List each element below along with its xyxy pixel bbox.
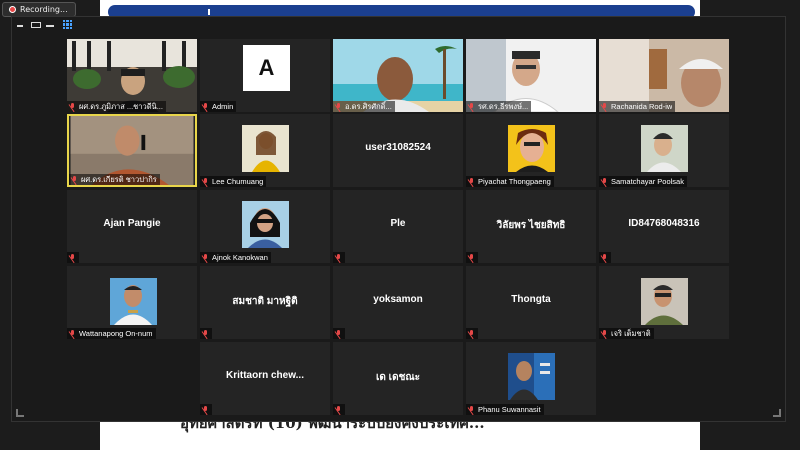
participant-display-name: yoksamon (373, 294, 423, 305)
participant-display-name: ID84768048316 (628, 218, 700, 229)
participant-name: Samatchayar Poolsak (611, 177, 684, 186)
participant-tile[interactable]: Lee Chumuang (200, 114, 330, 187)
participant-tile[interactable]: yoksamon (333, 266, 463, 339)
participant-tile[interactable]: Piyachat Thongpaeng (466, 114, 596, 187)
profile-photo (508, 353, 555, 400)
participant-name: อ.ดร.ศิรศักดิ์... (345, 101, 392, 111)
participant-name: Admin (212, 102, 234, 111)
mic-muted-icon (202, 177, 209, 186)
mic-muted-icon (69, 253, 76, 262)
recording-label: Recording... (20, 5, 68, 14)
mic-muted-icon (601, 253, 608, 262)
participant-name: Phanu Suwannasit (478, 405, 541, 414)
participant-name: เจริ เต็มชาติ (611, 328, 651, 338)
participant-tile[interactable]: Ajan Pangie (67, 190, 197, 263)
mic-muted-icon (335, 329, 342, 338)
mic-muted-icon (468, 177, 475, 186)
participant-tile[interactable]: Phanu Suwannasit (466, 342, 596, 415)
mic-muted-icon (202, 102, 209, 111)
mic-muted-icon (71, 175, 78, 184)
mic-muted-icon (335, 253, 342, 262)
profile-photo (242, 125, 289, 172)
participant-display-name: วิลัยพร ไชยสิทธิ (496, 220, 566, 231)
participant-tile[interactable]: user31082524 (333, 114, 463, 187)
mic-muted-icon (335, 405, 342, 414)
profile-photo (508, 125, 555, 172)
restore-icon[interactable] (31, 22, 41, 28)
recording-indicator[interactable]: Recording... (2, 2, 76, 17)
mic-muted-icon (202, 253, 209, 262)
participant-display-name: สมชาติ มาหฐิติ (232, 296, 298, 307)
resize-handle-right[interactable] (773, 409, 781, 417)
mic-muted-icon (601, 102, 608, 111)
participant-tile[interactable]: วิลัยพร ไชยสิทธิ (466, 190, 596, 263)
mic-muted-icon (468, 405, 475, 414)
participant-tile[interactable]: ID84768048316 (599, 190, 729, 263)
mic-muted-icon (69, 329, 76, 338)
participant-display-name: Ajan Pangie (103, 218, 161, 229)
participant-name: Piyachat Thongpaeng (478, 177, 551, 186)
profile-photo (110, 278, 157, 325)
participant-display-name: Krittaorn chew... (226, 370, 304, 381)
mic-muted-icon (69, 102, 76, 111)
participant-display-name: เด เดชณะ (375, 372, 421, 383)
gallery-view-icon[interactable] (63, 20, 72, 29)
profile-photo (641, 125, 688, 172)
profile-photo (641, 278, 688, 325)
participant-tile[interactable]: เด เดชณะ (333, 342, 463, 415)
participant-tile[interactable]: Krittaorn chew... (200, 342, 330, 415)
collapse-icon[interactable] (46, 22, 54, 27)
participant-name: Rachanida Rod-iw (611, 102, 673, 111)
participant-name: Wattanapong On-num (79, 329, 153, 338)
mic-muted-icon (601, 329, 608, 338)
participant-tile[interactable]: สมชาติ มาหฐิติ (200, 266, 330, 339)
minimize-icon[interactable] (17, 22, 23, 27)
meeting-window: ผศ.ดร.ภูมิภาส ...ชาวดีนิ... A Admin อ.ดร… (11, 16, 786, 422)
participant-tile[interactable]: Ple (333, 190, 463, 263)
mic-muted-icon (202, 329, 209, 338)
avatar: A (243, 45, 290, 91)
participant-name: Lee Chumuang (212, 177, 264, 186)
participant-display-name: user31082524 (365, 142, 431, 153)
participant-tile[interactable]: เจริ เต็มชาติ (599, 266, 729, 339)
participant-display-name: Thongta (511, 294, 551, 305)
profile-photo (242, 201, 289, 248)
participant-tile[interactable]: Samatchayar Poolsak (599, 114, 729, 187)
participant-tile[interactable]: Wattanapong On-num (67, 266, 197, 339)
participant-display-name: Ple (390, 218, 406, 229)
participant-name: Ajnok Kanokwan (212, 253, 268, 262)
participant-name: ผศ.ดร.เกียรติ ชาวปากิร (81, 174, 157, 184)
mic-muted-icon (468, 102, 475, 111)
record-icon (9, 6, 16, 13)
mic-muted-icon (468, 253, 475, 262)
mic-muted-icon (601, 177, 608, 186)
mic-muted-icon (335, 102, 342, 111)
participant-tile[interactable]: รศ.ดร.ธีรพงษ์... (466, 39, 596, 112)
participant-tile-active-speaker[interactable]: ผศ.ดร.เกียรติ ชาวปากิร (67, 114, 197, 187)
participant-name: รศ.ดร.ธีรพงษ์... (478, 101, 529, 111)
participant-tile[interactable]: A Admin (200, 39, 330, 112)
participant-tile[interactable]: Thongta (466, 266, 596, 339)
resize-handle-left[interactable] (16, 409, 24, 417)
participant-name: ผศ.ดร.ภูมิภาส ...ชาวดีนิ... (79, 101, 163, 111)
participant-tile[interactable]: Ajnok Kanokwan (200, 190, 330, 263)
participant-tile[interactable]: Rachanida Rod-iw (599, 39, 729, 112)
mic-muted-icon (202, 405, 209, 414)
participant-tile[interactable]: อ.ดร.ศิรศักดิ์... (333, 39, 463, 112)
mic-muted-icon (468, 329, 475, 338)
participant-tile[interactable]: ผศ.ดร.ภูมิภาส ...ชาวดีนิ... (67, 39, 197, 112)
